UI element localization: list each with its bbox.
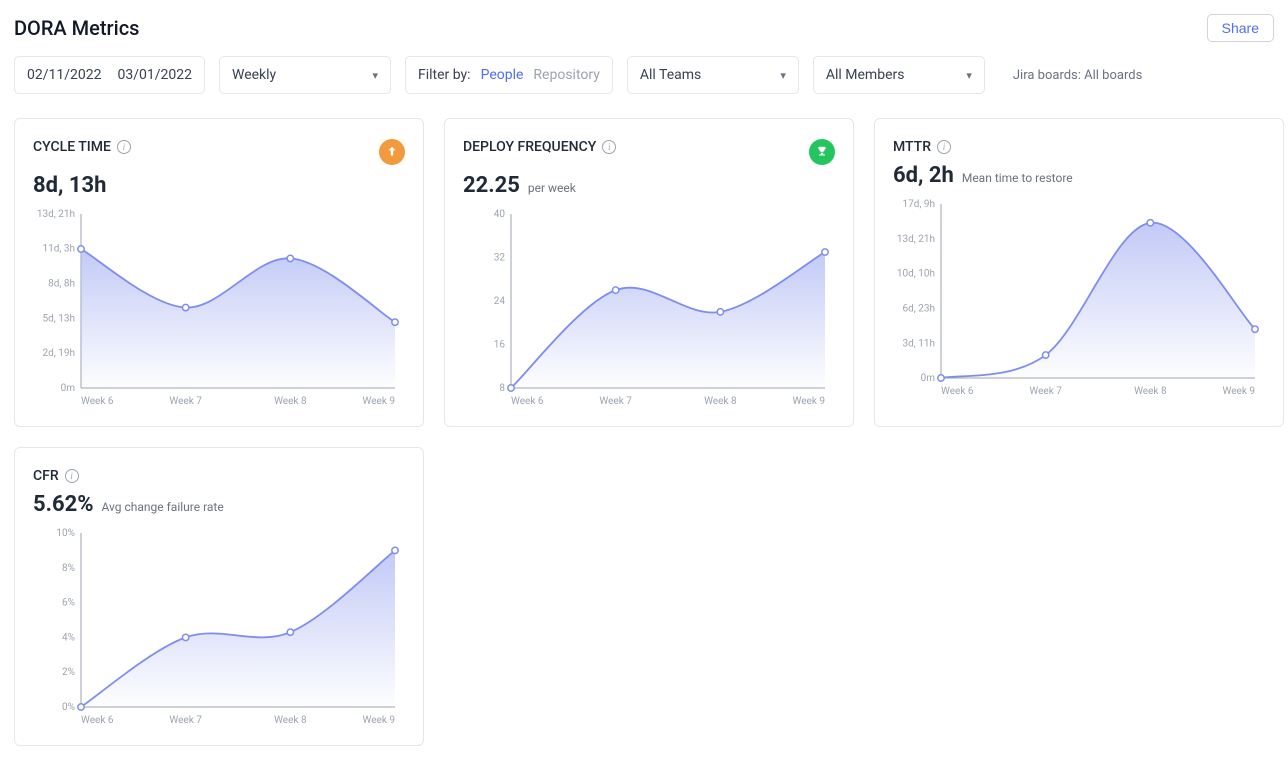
card-cfr: CFR i 5.62% Avg change failure rate 0% 2%… <box>14 447 424 746</box>
arrow-up-icon <box>385 145 399 159</box>
svg-text:Week 9: Week 9 <box>1223 386 1256 397</box>
svg-text:8d, 8h: 8d, 8h <box>48 278 75 289</box>
info-icon[interactable]: i <box>602 140 616 154</box>
jira-boards-label: Jira boards: All boards <box>1013 68 1142 83</box>
svg-text:8%: 8% <box>62 563 75 574</box>
deploy-frequency-value: 22.25 <box>463 173 520 198</box>
svg-text:Week 9: Week 9 <box>363 396 396 407</box>
svg-text:40: 40 <box>494 209 506 220</box>
svg-text:3d, 11h: 3d, 11h <box>903 338 935 349</box>
svg-text:13d, 21h: 13d, 21h <box>37 209 75 220</box>
svg-text:Week 6: Week 6 <box>81 396 114 407</box>
metric-title-text: CFR <box>33 468 59 484</box>
svg-text:16: 16 <box>494 340 506 351</box>
svg-text:Week 6: Week 6 <box>941 386 974 397</box>
page-title: DORA Metrics <box>14 16 139 40</box>
filter-by-label: Filter by: <box>418 67 471 83</box>
svg-text:11d, 3h: 11d, 3h <box>43 243 75 254</box>
svg-text:10d, 10h: 10d, 10h <box>897 269 935 280</box>
teams-select[interactable]: All Teams ▾ <box>627 56 799 94</box>
card-cycle-time: CYCLE TIME i 8d, 13h 0m 2d, 19h 5d, 13h 8d,… <box>14 118 424 427</box>
svg-text:0m: 0m <box>921 373 936 384</box>
info-icon[interactable]: i <box>65 469 79 483</box>
svg-text:Week 7: Week 7 <box>169 715 202 726</box>
cycle-time-chart: 0m 2d, 19h 5d, 13h 8d, 8h 11d, 3h 13d, 21h Wee… <box>33 208 405 408</box>
deploy-frequency-sub: per week <box>528 181 576 195</box>
svg-text:24: 24 <box>494 296 506 307</box>
trophy-icon <box>815 145 829 159</box>
chevron-down-icon: ▾ <box>372 69 378 82</box>
mttr-chart: 0m 3d, 11h 6d, 23h 10d, 10h 13d, 21h 17d, 9h W… <box>893 198 1265 398</box>
svg-text:4%: 4% <box>62 632 75 643</box>
svg-text:0%: 0% <box>62 702 75 713</box>
members-value: All Members <box>826 67 905 83</box>
granularity-value: Weekly <box>232 67 276 83</box>
svg-text:10%: 10% <box>56 528 75 539</box>
deploy-frequency-chart: 8 16 24 32 40 Week 6 Week 7 Week 8 Week 9 <box>463 208 835 408</box>
metric-title-text: CYCLE TIME <box>33 139 111 155</box>
svg-text:Week 9: Week 9 <box>793 396 826 407</box>
svg-text:32: 32 <box>494 253 506 264</box>
filter-repository-tab[interactable]: Repository <box>533 67 599 83</box>
metric-title-text: DEPLOY FREQUENCY <box>463 139 596 155</box>
svg-text:2%: 2% <box>62 667 75 678</box>
svg-text:13d, 21h: 13d, 21h <box>897 234 935 245</box>
svg-text:Week 7: Week 7 <box>1029 386 1062 397</box>
date-start: 02/11/2022 <box>27 67 102 83</box>
mttr-value: 6d, 2h <box>893 163 954 188</box>
svg-text:Week 8: Week 8 <box>1134 386 1167 397</box>
svg-text:6%: 6% <box>62 598 75 609</box>
cfr-sub: Avg change failure rate <box>102 500 224 514</box>
card-mttr: MTTR i 6d, 2h Mean time to restore 0m 3d,… <box>874 118 1284 427</box>
cfr-value: 5.62% <box>33 492 94 517</box>
granularity-select[interactable]: Weekly ▾ <box>219 56 391 94</box>
svg-text:Week 9: Week 9 <box>363 715 396 726</box>
share-button[interactable]: Share <box>1207 14 1274 42</box>
cycle-time-title: CYCLE TIME i <box>33 139 131 155</box>
info-icon[interactable]: i <box>937 140 951 154</box>
metric-title-text: MTTR <box>893 139 931 155</box>
cfr-title: CFR i <box>33 468 79 484</box>
svg-text:Week 6: Week 6 <box>511 396 544 407</box>
card-deploy-frequency: DEPLOY FREQUENCY i 22.25 per week 8 16 24 3… <box>444 118 854 427</box>
svg-text:Week 8: Week 8 <box>274 715 307 726</box>
svg-text:Week 8: Week 8 <box>274 396 307 407</box>
svg-text:Week 8: Week 8 <box>704 396 737 407</box>
filter-by-group: Filter by: People Repository <box>405 56 613 94</box>
svg-text:6d, 23h: 6d, 23h <box>903 304 935 315</box>
svg-text:17d, 9h: 17d, 9h <box>903 199 935 210</box>
svg-text:Week 7: Week 7 <box>599 396 632 407</box>
svg-text:Week 6: Week 6 <box>81 715 114 726</box>
chevron-down-icon: ▾ <box>780 69 786 82</box>
filters-row: 02/11/2022 03/01/2022 Weekly ▾ Filter by… <box>14 56 1274 94</box>
cycle-time-value: 8d, 13h <box>33 173 106 198</box>
trophy-badge <box>809 139 835 165</box>
mttr-title: MTTR i <box>893 139 951 155</box>
cfr-chart: 0% 2% 4% 6% 8% 10% Week 6 Week 7 Week 8 Week 9 <box>33 527 405 727</box>
trend-up-badge <box>379 139 405 165</box>
teams-value: All Teams <box>640 67 701 83</box>
members-select[interactable]: All Members ▾ <box>813 56 985 94</box>
svg-text:0m: 0m <box>61 383 76 394</box>
chevron-down-icon: ▾ <box>966 69 972 82</box>
filter-people-tab[interactable]: People <box>481 67 524 83</box>
date-end: 03/01/2022 <box>118 67 193 83</box>
mttr-sub: Mean time to restore <box>962 171 1073 185</box>
date-range-picker[interactable]: 02/11/2022 03/01/2022 <box>14 56 205 94</box>
deploy-frequency-title: DEPLOY FREQUENCY i <box>463 139 616 155</box>
svg-text:2d, 19h: 2d, 19h <box>43 348 75 359</box>
svg-text:8: 8 <box>499 383 505 394</box>
svg-text:5d, 13h: 5d, 13h <box>43 314 75 325</box>
info-icon[interactable]: i <box>117 140 131 154</box>
svg-text:Week 7: Week 7 <box>169 396 202 407</box>
